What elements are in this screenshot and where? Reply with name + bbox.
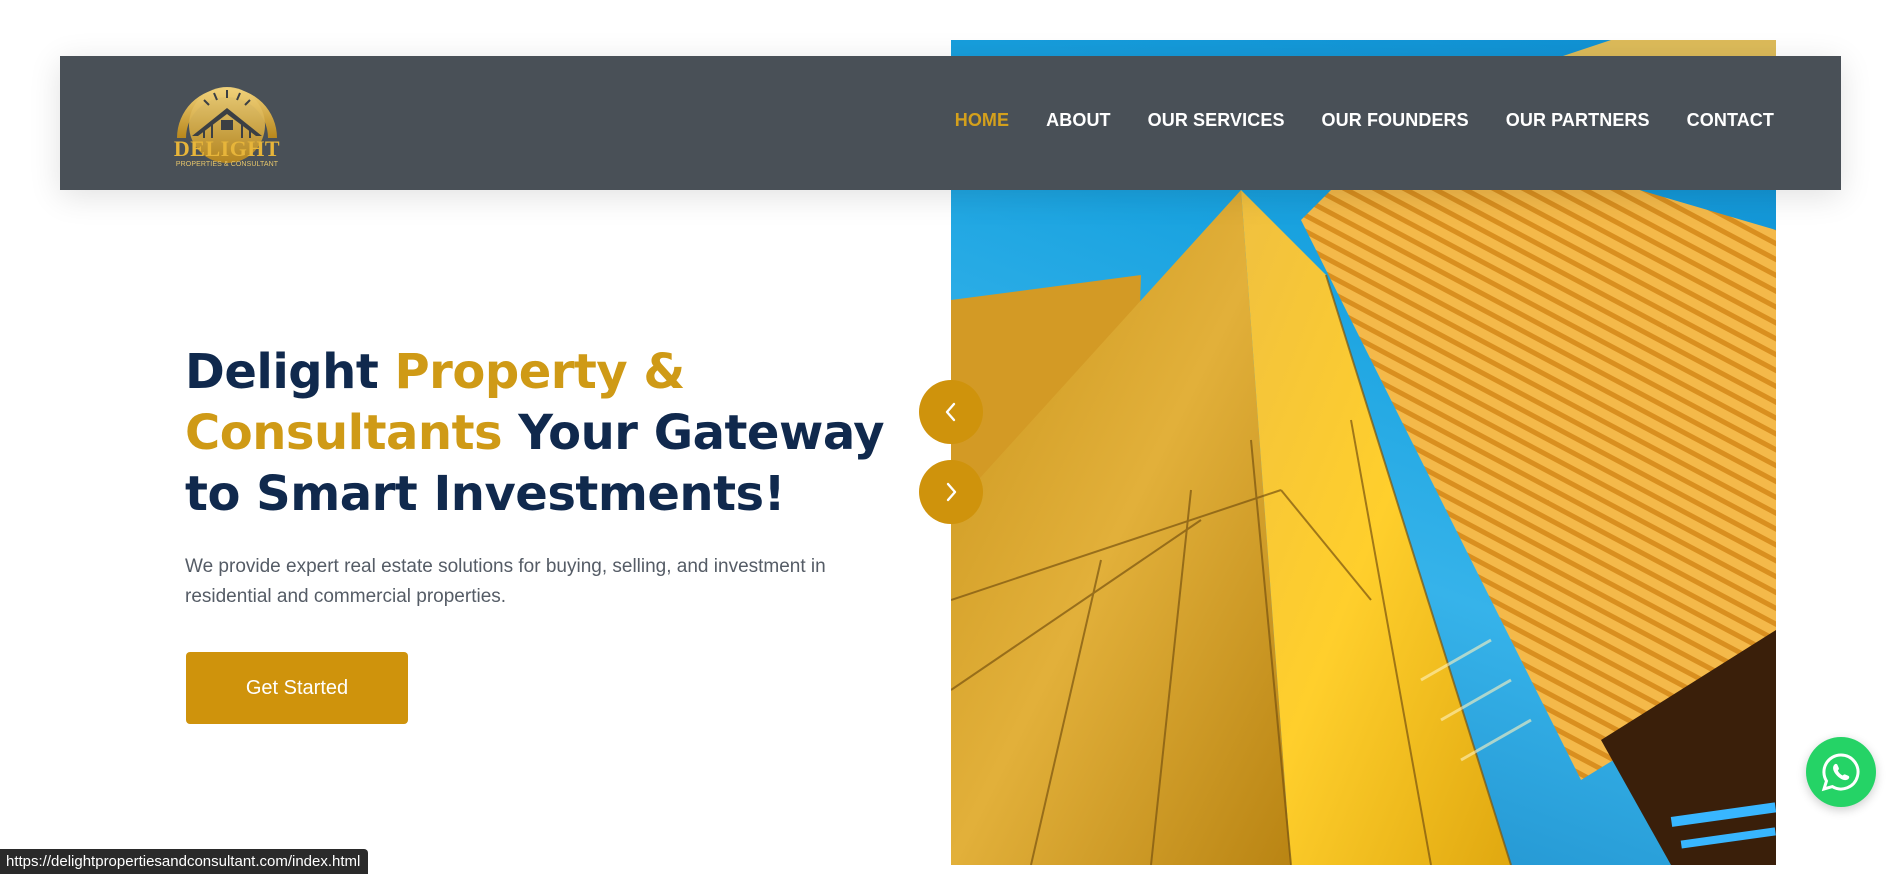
status-bar-url: https://delightpropertiesandconsultant.c… [0,849,369,874]
slider-prev-button[interactable] [919,380,983,444]
nav-our-founders[interactable]: OUR FOUNDERS [1322,110,1469,131]
nav-our-services[interactable]: OUR SERVICES [1148,110,1285,131]
hero-title-part1: Delight [185,344,395,400]
slider-next-button[interactable] [919,460,983,524]
nav-contact[interactable]: CONTACT [1687,110,1774,131]
logo-tagline: PROPERTIES & CONSULTANT [175,161,279,168]
nav-home[interactable]: HOME [955,110,1009,131]
chevron-right-icon [946,482,957,502]
hero-title: Delight Property & Consultants Your Gate… [185,342,905,525]
hero-description: We provide expert real estate solutions … [185,556,826,607]
get-started-button[interactable]: Get Started [186,652,408,724]
main-nav: HOME ABOUT OUR SERVICES OUR FOUNDERS OUR… [955,110,1774,131]
nav-about[interactable]: ABOUT [1046,110,1111,131]
site-header: DELIGHT PROPERTIES & CONSULTANT HOME ABO… [60,56,1841,190]
logo-wordmark: DELIGHT [173,136,281,161]
chevron-left-icon [945,402,956,422]
whatsapp-button[interactable] [1806,737,1876,807]
whatsapp-icon [1821,753,1860,792]
site-logo[interactable]: DELIGHT PROPERTIES & CONSULTANT [172,70,282,175]
nav-our-partners[interactable]: OUR PARTNERS [1506,110,1650,131]
